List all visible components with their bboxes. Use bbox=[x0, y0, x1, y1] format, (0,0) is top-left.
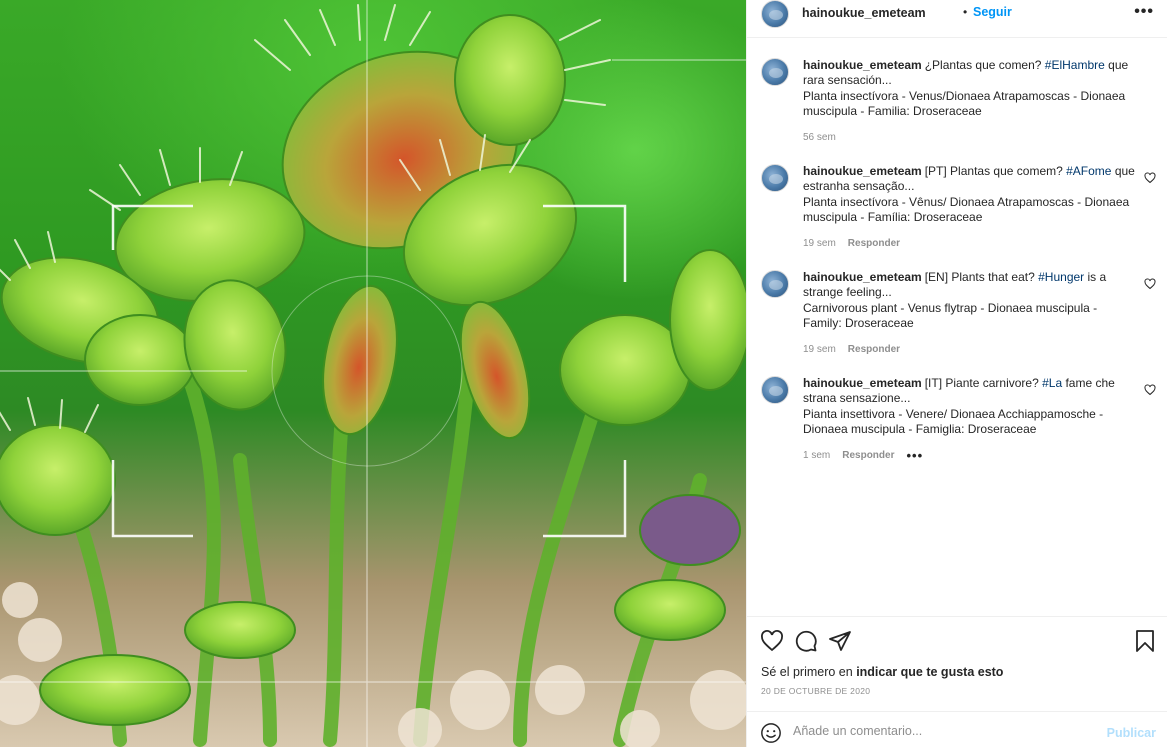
likes-summary: Sé el primero en indicar que te gusta es… bbox=[761, 665, 1003, 679]
like-link[interactable]: indicar que te gusta esto bbox=[856, 665, 1003, 679]
reply-button[interactable]: Responder bbox=[848, 344, 900, 355]
bookmark-icon[interactable] bbox=[1133, 629, 1157, 653]
avatar[interactable] bbox=[761, 58, 789, 86]
comment-input[interactable] bbox=[793, 724, 1093, 738]
comment-username[interactable]: hainoukue_emeteam bbox=[803, 164, 922, 178]
venus-flytrap-illustration bbox=[0, 0, 746, 747]
comment-text-line: Pianta insettivora - Venere/ Dionaea Acc… bbox=[803, 406, 1104, 436]
comment-username[interactable]: hainoukue_emeteam bbox=[803, 376, 922, 390]
comment-text: hainoukue_emeteam [PT] Plantas que comem?… bbox=[803, 164, 1138, 225]
comment-text-line: Carnivorous plant - Venus flytrap - Dion… bbox=[803, 300, 1098, 330]
comment-time[interactable]: 19 sem bbox=[803, 238, 836, 249]
comment-text-line: Planta insectívora - Venus/Dionaea Atrap… bbox=[803, 88, 1126, 118]
post-modal: hainoukue_emeteam • Seguir ••• hainoukue… bbox=[0, 0, 1167, 747]
likes-prefix: Sé el primero en bbox=[761, 665, 857, 679]
more-icon[interactable]: ••• bbox=[906, 449, 923, 462]
comment-username[interactable]: hainoukue_emeteam bbox=[803, 58, 922, 72]
hashtag-link[interactable]: #ElHambre bbox=[1045, 58, 1105, 72]
avatar[interactable] bbox=[761, 270, 789, 298]
header-separator: • bbox=[963, 5, 968, 19]
comment-text-part: [IT] Piante carnivore? bbox=[924, 376, 1043, 390]
share-icon[interactable] bbox=[828, 629, 852, 653]
more-icon[interactable]: ••• bbox=[1134, 3, 1154, 21]
comment-meta: 19 sem Responder bbox=[803, 344, 900, 355]
avatar[interactable] bbox=[761, 0, 789, 28]
heart-icon[interactable] bbox=[1144, 278, 1156, 290]
comment-time[interactable]: 56 sem bbox=[803, 132, 836, 143]
comment-text: hainoukue_emeteam [EN] Plants that eat? #… bbox=[803, 270, 1138, 331]
hashtag-link[interactable]: #AFome bbox=[1066, 164, 1111, 178]
heart-icon[interactable] bbox=[1144, 172, 1156, 184]
comment-text-part: ¿Plantas que comen? bbox=[924, 58, 1045, 72]
comment-meta: 56 sem bbox=[803, 132, 836, 143]
post-header: hainoukue_emeteam • Seguir ••• bbox=[747, 0, 1167, 38]
post-date[interactable]: 20 DE OCTUBRE DE 2020 bbox=[761, 686, 870, 696]
comment-icon[interactable] bbox=[794, 629, 818, 653]
comment-text-line: Planta insectívora - Vênus/ Dionaea Atra… bbox=[803, 194, 1130, 224]
heart-icon[interactable] bbox=[760, 629, 784, 653]
comment-meta: 19 sem Responder bbox=[803, 238, 900, 249]
post-actions: Sé el primero en indicar que te gusta es… bbox=[747, 616, 1167, 711]
comment-meta: 1 sem Responder ••• bbox=[803, 449, 923, 462]
reply-button[interactable]: Responder bbox=[842, 450, 894, 461]
comment-text: hainoukue_emeteam [IT] Piante carnivore? … bbox=[803, 376, 1138, 437]
avatar[interactable] bbox=[761, 376, 789, 404]
comment-text-part: [EN] Plants that eat? bbox=[924, 270, 1039, 284]
comment-composer: Publicar bbox=[747, 711, 1167, 747]
comment-username[interactable]: hainoukue_emeteam bbox=[803, 270, 922, 284]
reply-button[interactable]: Responder bbox=[848, 238, 900, 249]
hashtag-link[interactable]: #Hunger bbox=[1038, 270, 1084, 284]
avatar[interactable] bbox=[761, 164, 789, 192]
header-username[interactable]: hainoukue_emeteam bbox=[802, 6, 926, 20]
post-photo[interactable] bbox=[0, 0, 746, 747]
comment-text-part: [PT] Plantas que comem? bbox=[924, 164, 1067, 178]
publish-button[interactable]: Publicar bbox=[1107, 726, 1156, 740]
follow-button[interactable]: Seguir bbox=[973, 5, 1012, 19]
comment-text: hainoukue_emeteam ¿Plantas que comen? #El… bbox=[803, 58, 1138, 119]
hashtag-link[interactable]: #La bbox=[1042, 376, 1062, 390]
post-sidebar: hainoukue_emeteam • Seguir ••• hainoukue… bbox=[746, 0, 1167, 747]
emoji-icon[interactable] bbox=[760, 722, 782, 744]
comment-time[interactable]: 1 sem bbox=[803, 450, 830, 461]
heart-icon[interactable] bbox=[1144, 384, 1156, 396]
comment-time[interactable]: 19 sem bbox=[803, 344, 836, 355]
